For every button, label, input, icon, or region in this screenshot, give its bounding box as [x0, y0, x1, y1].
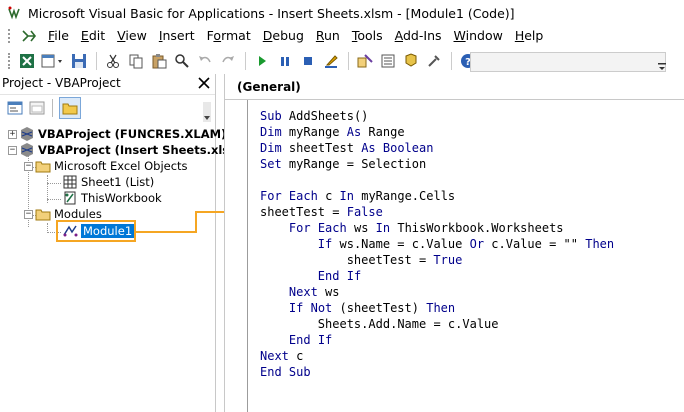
- title-bar: Microsoft Visual Basic for Applications …: [0, 0, 684, 26]
- view-excel-icon[interactable]: [16, 50, 38, 72]
- redo-icon[interactable]: [217, 50, 239, 72]
- code-line[interactable]: sheetTest = False: [260, 204, 614, 220]
- tree-label-thisworkbook: ThisWorkbook: [81, 191, 162, 205]
- tree-node-sheet1[interactable]: Sheet1 (List): [62, 174, 154, 190]
- menu-edit[interactable]: Edit: [75, 26, 111, 46]
- tree-node-insert-sheets[interactable]: − VBAProject (Insert Sheets.xlsı: [8, 142, 233, 158]
- worksheet-icon: [62, 174, 78, 190]
- code-window: (General) Sub AddSheets() Dim myRange As …: [224, 74, 684, 412]
- window-title: Microsoft Visual Basic for Applications …: [28, 5, 515, 21]
- toolbar-separator: [96, 52, 97, 70]
- break-icon[interactable]: [274, 50, 296, 72]
- code-line[interactable]: End Sub: [260, 364, 614, 380]
- object-dropdown[interactable]: (General): [225, 74, 684, 100]
- cut-icon[interactable]: [102, 50, 124, 72]
- toolbar-separator: [245, 52, 246, 70]
- close-icon[interactable]: [197, 76, 211, 90]
- expand-icon[interactable]: +: [8, 129, 17, 139]
- code-line[interactable]: Sheets.Add.Name = c.Value: [260, 316, 614, 332]
- excel-view-icon[interactable]: [20, 27, 38, 45]
- object-browser-icon[interactable]: [400, 50, 422, 72]
- insert-module-icon[interactable]: [39, 50, 67, 72]
- tree-node-thisworkbook[interactable]: ThisWorkbook: [62, 190, 162, 206]
- copy-icon[interactable]: [125, 50, 147, 72]
- menu-debug[interactable]: Debug: [257, 26, 310, 46]
- project-explorer-title: Project - VBAProject: [2, 76, 121, 90]
- menu-insert[interactable]: Insert: [153, 26, 201, 46]
- toggle-folders-icon[interactable]: [59, 96, 81, 119]
- code-line[interactable]: Dim myRange As Range: [260, 124, 614, 140]
- tree-label-funcres: VBAProject (FUNCRES.XLAM): [38, 127, 227, 141]
- project-explorer-icon[interactable]: [354, 50, 376, 72]
- code-editor[interactable]: Sub AddSheets() Dim myRange As Range Dim s…: [260, 108, 614, 380]
- code-line[interactable]: Sub AddSheets(): [260, 108, 614, 124]
- project-explorer: Project - VBAProject + VBAProject (FUNCR…: [0, 74, 233, 412]
- tree-label-excel-objects: Microsoft Excel Objects: [54, 159, 188, 173]
- save-icon[interactable]: [68, 50, 90, 72]
- tree-label-sheet1: Sheet1 (List): [81, 175, 155, 189]
- tree-label-modules: Modules: [54, 207, 102, 221]
- folder-icon: [35, 206, 51, 222]
- menu-file[interactable]: File: [42, 26, 75, 46]
- properties-window-icon[interactable]: [377, 50, 399, 72]
- menu-help[interactable]: Help: [509, 26, 550, 46]
- tree-node-funcres[interactable]: + VBAProject (FUNCRES.XLAM): [8, 126, 226, 142]
- tree-node-excel-objects[interactable]: − Microsoft Excel Objects: [24, 158, 188, 174]
- object-dropdown-value: (General): [237, 79, 301, 94]
- code-line[interactable]: Next ws: [260, 284, 614, 300]
- vba-project-icon: [19, 142, 35, 158]
- collapse-icon[interactable]: −: [24, 161, 33, 171]
- menu-add-ins[interactable]: Add-Ins: [389, 26, 448, 46]
- toolbar-separator: [348, 52, 349, 70]
- toolbox-icon[interactable]: [423, 50, 445, 72]
- code-line[interactable]: [260, 172, 614, 188]
- code-line[interactable]: If Not (sheetTest) Then: [260, 300, 614, 316]
- menu-bar: File Edit View Insert Format Debug Run T…: [0, 26, 684, 46]
- code-line[interactable]: For Each c In myRange.Cells: [260, 188, 614, 204]
- find-icon[interactable]: [171, 50, 193, 72]
- code-line[interactable]: Next c: [260, 348, 614, 364]
- scrollbar-arrow[interactable]: [203, 102, 211, 122]
- toolbar-separator: [451, 52, 452, 70]
- code-line[interactable]: Dim sheetTest As Boolean: [260, 140, 614, 156]
- code-line[interactable]: For Each ws In ThisWorkbook.Worksheets: [260, 220, 614, 236]
- code-line[interactable]: End If: [260, 268, 614, 284]
- view-code-icon[interactable]: [6, 99, 24, 117]
- menu-tools[interactable]: Tools: [346, 26, 389, 46]
- menu-format[interactable]: Format: [201, 26, 257, 46]
- collapse-icon[interactable]: −: [8, 145, 17, 155]
- tree-label-insert-sheets: VBAProject (Insert Sheets.xlsı: [38, 143, 234, 157]
- collapse-icon[interactable]: −: [24, 209, 33, 219]
- menu-window[interactable]: Window: [448, 26, 509, 46]
- menu-run[interactable]: Run: [310, 26, 346, 46]
- code-line[interactable]: End If: [260, 332, 614, 348]
- view-object-icon[interactable]: [28, 99, 46, 117]
- vba-project-icon: [19, 126, 35, 142]
- folder-icon: [35, 158, 51, 174]
- highlight-box: [56, 220, 136, 242]
- code-line[interactable]: If ws.Name = c.Value Or c.Value = "" The…: [260, 236, 614, 252]
- position-combo[interactable]: [470, 52, 666, 72]
- code-line[interactable]: sheetTest = True: [260, 252, 614, 268]
- paste-icon[interactable]: [148, 50, 170, 72]
- toolbar-options[interactable]: [657, 52, 667, 72]
- workbook-icon: [62, 190, 78, 206]
- toolbar-grip[interactable]: [6, 52, 12, 70]
- reset-icon[interactable]: [297, 50, 319, 72]
- code-margin: [247, 100, 248, 412]
- run-icon[interactable]: [251, 50, 273, 72]
- design-mode-icon[interactable]: [320, 50, 342, 72]
- undo-icon[interactable]: [194, 50, 216, 72]
- vba-app-icon[interactable]: [6, 5, 22, 21]
- menubar-grip[interactable]: [4, 28, 14, 44]
- menu-view[interactable]: View: [111, 26, 153, 46]
- code-line[interactable]: Set myRange = Selection: [260, 156, 614, 172]
